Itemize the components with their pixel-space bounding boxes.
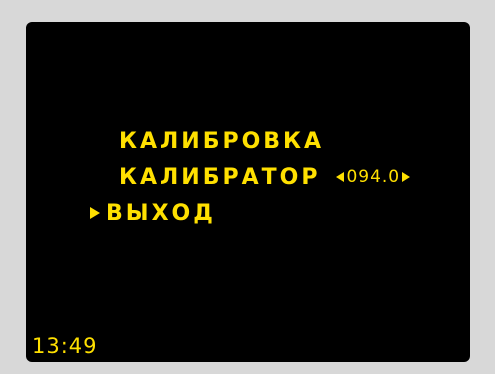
selection-cursor-icon [90, 207, 100, 219]
display-screen: КАЛИБРОВКА КАЛИБРАТОР 094.0 ВЫХОД 13:49 [26, 22, 470, 362]
increase-arrow-icon[interactable] [402, 172, 411, 182]
menu-item-label: КАЛИБРАТОР [119, 164, 321, 190]
menu-item-calibration[interactable]: КАЛИБРОВКА [119, 126, 324, 156]
clock: 13:49 [32, 334, 98, 358]
device-frame: КАЛИБРОВКА КАЛИБРАТОР 094.0 ВЫХОД 13:49 [0, 0, 495, 374]
calibration-menu: КАЛИБРОВКА КАЛИБРАТОР 094.0 ВЫХОД [26, 22, 470, 362]
menu-item-exit[interactable]: ВЫХОД [90, 198, 216, 228]
decrease-arrow-icon[interactable] [336, 172, 345, 182]
calibrator-value-control[interactable]: 094.0 [336, 167, 411, 187]
menu-item-label: КАЛИБРОВКА [119, 128, 325, 154]
menu-item-label: ВЫХОД [106, 200, 216, 226]
menu-item-calibrator[interactable]: КАЛИБРАТОР 094.0 [119, 162, 411, 192]
calibrator-value: 094.0 [346, 167, 401, 187]
